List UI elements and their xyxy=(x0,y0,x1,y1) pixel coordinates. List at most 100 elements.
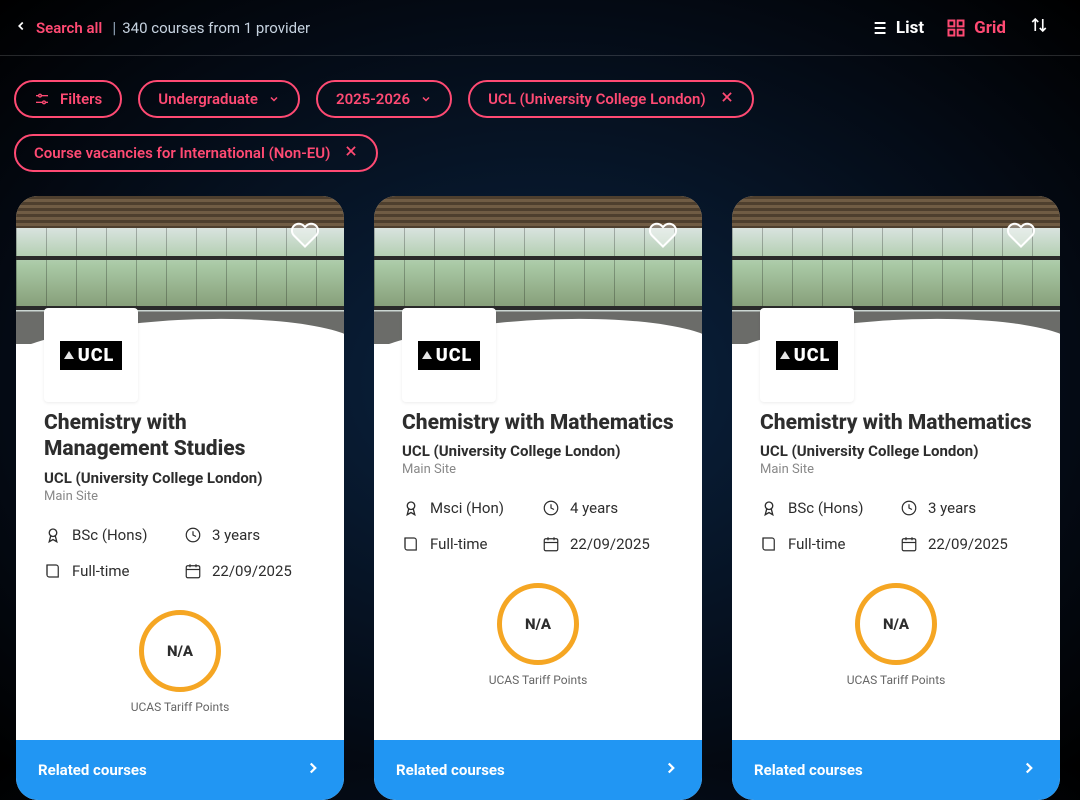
calendar-icon xyxy=(900,535,918,553)
sort-icon xyxy=(1030,16,1048,34)
tariff-value: N/A xyxy=(139,610,221,692)
favorite-button[interactable] xyxy=(1006,220,1036,250)
search-all-link[interactable]: Search all xyxy=(36,19,102,37)
view-toggle: List Grid xyxy=(868,16,1048,39)
grid-view-button[interactable]: Grid xyxy=(946,18,1006,38)
mode-label: Full-time xyxy=(72,562,130,580)
related-courses-button[interactable]: Related courses xyxy=(374,740,702,800)
ucl-logo-text: UCL xyxy=(60,341,123,370)
rosette-icon xyxy=(44,526,62,544)
course-provider: UCL (University College London) xyxy=(760,442,1032,460)
calendar-icon xyxy=(184,562,202,580)
chevron-down-icon xyxy=(420,93,432,105)
chevron-down-icon xyxy=(268,93,280,105)
chevron-right-icon xyxy=(662,758,680,782)
qualification-label: Msci (Hon) xyxy=(430,499,504,517)
start-date-label: 22/09/2025 xyxy=(212,562,292,580)
start-date-label: 22/09/2025 xyxy=(570,535,650,553)
tariff-value: N/A xyxy=(497,583,579,665)
back-button[interactable] xyxy=(14,17,28,38)
favorite-button[interactable] xyxy=(290,220,320,250)
tariff-value: N/A xyxy=(855,583,937,665)
filter-provider-label: UCL (University College London) xyxy=(488,90,706,108)
close-icon[interactable] xyxy=(344,144,358,162)
related-courses-label: Related courses xyxy=(38,761,147,779)
meta-mode: Full-time xyxy=(402,535,534,553)
filter-pill-vacancy[interactable]: Course vacancies for International (Non-… xyxy=(14,134,378,172)
course-provider: UCL (University College London) xyxy=(44,469,316,487)
top-bar: Search all | 340 courses from 1 provider… xyxy=(0,0,1080,56)
book-icon xyxy=(402,535,420,553)
sliders-icon xyxy=(34,91,50,107)
filter-pill-level[interactable]: Undergraduate xyxy=(138,80,300,118)
start-date-label: 22/09/2025 xyxy=(928,535,1008,553)
filter-row: Filters Undergraduate 2025-2026 UCL (Uni… xyxy=(0,56,1080,196)
filters-label: Filters xyxy=(60,90,102,108)
sort-button[interactable] xyxy=(1030,16,1048,39)
duration-label: 4 years xyxy=(570,499,618,517)
list-icon xyxy=(868,18,888,38)
course-site: Main Site xyxy=(402,462,674,477)
list-view-label: List xyxy=(896,18,924,38)
rosette-icon xyxy=(760,499,778,517)
ucl-logo-text: UCL xyxy=(776,341,839,370)
qualification-label: BSc (Hons) xyxy=(788,499,863,517)
tariff-label: UCAS Tariff Points xyxy=(131,700,230,714)
meta-qualification: BSc (Hons) xyxy=(760,499,892,517)
course-provider: UCL (University College London) xyxy=(402,442,674,460)
provider-logo: UCL xyxy=(402,308,496,402)
duration-label: 3 years xyxy=(212,526,260,544)
qualification-label: BSc (Hons) xyxy=(72,526,147,544)
divider-pipe: | xyxy=(112,18,116,37)
duration-label: 3 years xyxy=(928,499,976,517)
course-site: Main Site xyxy=(760,462,1032,477)
card-body: Chemistry with Management Studies UCL (U… xyxy=(16,344,344,740)
heart-icon xyxy=(290,220,320,250)
course-title: Chemistry with Mathematics xyxy=(760,410,1032,436)
meta-duration: 3 years xyxy=(900,499,1032,517)
meta-qualification: BSc (Hons) xyxy=(44,526,176,544)
related-courses-button[interactable]: Related courses xyxy=(732,740,1060,800)
chevron-right-icon xyxy=(304,758,322,782)
mode-label: Full-time xyxy=(788,535,846,553)
course-card[interactable]: UCL Chemistry with Mathematics UCL (Univ… xyxy=(374,196,702,800)
book-icon xyxy=(44,562,62,580)
meta-mode: Full-time xyxy=(760,535,892,553)
chevron-left-icon xyxy=(14,19,28,33)
book-icon xyxy=(760,535,778,553)
related-courses-button[interactable]: Related courses xyxy=(16,740,344,800)
clock-icon xyxy=(542,499,560,517)
course-card[interactable]: UCL Chemistry with Management Studies UC… xyxy=(16,196,344,800)
grid-icon xyxy=(946,18,966,38)
tariff-block: N/A UCAS Tariff Points xyxy=(402,583,674,687)
card-body: Chemistry with Mathematics UCL (Universi… xyxy=(374,344,702,740)
tariff-label: UCAS Tariff Points xyxy=(489,673,588,687)
results-grid: UCL Chemistry with Management Studies UC… xyxy=(0,196,1080,800)
ucl-logo-text: UCL xyxy=(418,341,481,370)
meta-start-date: 22/09/2025 xyxy=(542,535,674,553)
grid-view-label: Grid xyxy=(974,18,1006,38)
filter-level-label: Undergraduate xyxy=(158,90,258,108)
tariff-label: UCAS Tariff Points xyxy=(847,673,946,687)
card-body: Chemistry with Mathematics UCL (Universi… xyxy=(732,344,1060,740)
results-count: 340 courses from 1 provider xyxy=(122,19,310,37)
meta-start-date: 22/09/2025 xyxy=(900,535,1032,553)
provider-logo: UCL xyxy=(44,308,138,402)
rosette-icon xyxy=(402,499,420,517)
heart-icon xyxy=(1006,220,1036,250)
filters-button[interactable]: Filters xyxy=(14,80,122,118)
related-courses-label: Related courses xyxy=(396,761,505,779)
filter-year-label: 2025-2026 xyxy=(336,90,410,108)
provider-logo: UCL xyxy=(760,308,854,402)
close-icon[interactable] xyxy=(720,90,734,108)
clock-icon xyxy=(184,526,202,544)
course-card[interactable]: UCL Chemistry with Mathematics UCL (Univ… xyxy=(732,196,1060,800)
list-view-button[interactable]: List xyxy=(868,18,924,38)
filter-pill-provider[interactable]: UCL (University College London) xyxy=(468,80,754,118)
favorite-button[interactable] xyxy=(648,220,678,250)
meta-start-date: 22/09/2025 xyxy=(184,562,316,580)
tariff-block: N/A UCAS Tariff Points xyxy=(760,583,1032,687)
course-site: Main Site xyxy=(44,489,316,504)
filter-pill-year[interactable]: 2025-2026 xyxy=(316,80,452,118)
meta-mode: Full-time xyxy=(44,562,176,580)
